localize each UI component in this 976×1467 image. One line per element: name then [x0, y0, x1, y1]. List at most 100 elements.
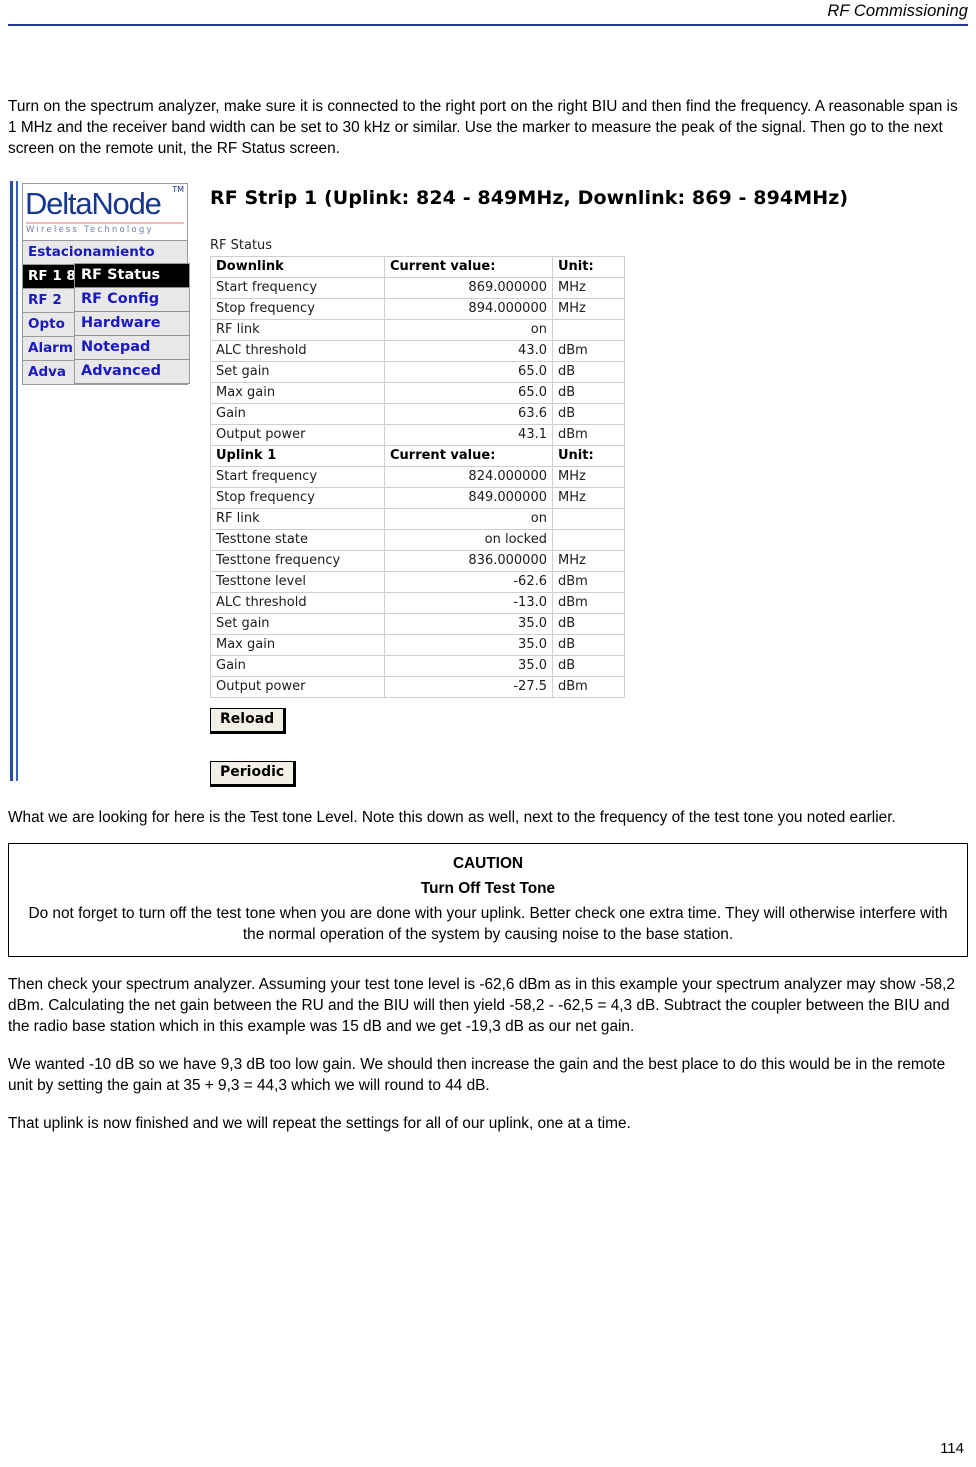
- row-unit: [552, 508, 625, 530]
- row-value: 35.0: [384, 613, 553, 635]
- row-label: ALC threshold: [210, 592, 385, 614]
- downlink-header-value: Current value:: [384, 256, 553, 278]
- reload-button-row: Reload: [210, 708, 800, 734]
- row-label: Start frequency: [210, 466, 385, 488]
- table-row: Testtone level -62.6 dBm: [210, 571, 625, 593]
- row-value: -27.5: [384, 676, 553, 698]
- row-label: Stop frequency: [210, 298, 385, 320]
- caution-title: CAUTION: [452, 855, 524, 872]
- paragraph-testtone: What we are looking for here is the Test…: [8, 809, 896, 826]
- row-value: 824.000000: [384, 466, 553, 488]
- table-row: Start frequency 824.000000 MHz: [210, 466, 625, 488]
- table-row: Start frequency 869.000000 MHz: [210, 277, 625, 299]
- app-main-pane: RF Strip 1 (Uplink: 824 - 849MHz, Downli…: [210, 187, 849, 787]
- row-unit: MHz: [552, 298, 625, 320]
- submenu-item-advanced[interactable]: Advanced: [75, 360, 189, 383]
- uplink-header-value: Current value:: [384, 445, 553, 467]
- deltanode-logo: DeltaNode TM Wireless Technology: [22, 183, 188, 241]
- row-label: Testtone state: [210, 529, 385, 551]
- app-sidebar: DeltaNode TM Wireless Technology Estacio…: [22, 183, 190, 385]
- row-value: 63.6: [384, 403, 553, 425]
- browser-edge-bar: [10, 181, 13, 781]
- caution-body: Do not forget to turn off the test tone …: [28, 905, 948, 943]
- paragraph-gain: We wanted -10 dB so we have 9,3 dB too l…: [8, 1056, 946, 1094]
- row-value: 894.000000: [384, 298, 553, 320]
- row-value: 35.0: [384, 634, 553, 656]
- table-row: RF link on: [210, 508, 625, 530]
- row-label: Stop frequency: [210, 487, 385, 509]
- uplink-header-unit: Unit:: [552, 445, 625, 467]
- caution-box: CAUTION Turn Off Test Tone Do not forget…: [8, 843, 968, 957]
- downlink-header-row: Downlink Current value: Unit:: [210, 256, 625, 278]
- row-label: Testtone level: [210, 571, 385, 593]
- row-value: 35.0: [384, 655, 553, 677]
- downlink-header-label: Downlink: [210, 256, 385, 278]
- row-value: on: [384, 508, 553, 530]
- periodic-button-row: Periodic: [210, 761, 800, 787]
- page-number: 114: [940, 1440, 964, 1457]
- table-row: Output power 43.1 dBm: [210, 424, 625, 446]
- row-label: RF link: [210, 508, 385, 530]
- row-unit: [552, 529, 625, 551]
- rf-status-caption: RF Status: [210, 238, 273, 253]
- embedded-screenshot: DeltaNode TM Wireless Technology Estacio…: [10, 181, 848, 787]
- row-unit: dB: [552, 655, 625, 677]
- row-value: 65.0: [384, 382, 553, 404]
- uplink-header-label: Uplink 1: [210, 445, 385, 467]
- row-unit: MHz: [552, 487, 625, 509]
- paragraph-finished: That uplink is now finished and we will …: [8, 1115, 631, 1132]
- uplink-header-row: Uplink 1 Current value: Unit:: [210, 445, 625, 467]
- row-label: Set gain: [210, 613, 385, 635]
- sidebar-item-estacionamiento[interactable]: Estacionamiento: [22, 241, 188, 265]
- submenu-item-hardware[interactable]: Hardware: [75, 312, 189, 336]
- row-value: -13.0: [384, 592, 553, 614]
- row-unit: dB: [552, 634, 625, 656]
- header-title: RF Commissioning: [827, 2, 968, 20]
- paragraph-analyzer: Then check your spectrum analyzer. Assum…: [8, 976, 955, 1035]
- table-row: Gain 35.0 dB: [210, 655, 625, 677]
- row-value: on: [384, 319, 553, 341]
- row-label: Max gain: [210, 634, 385, 656]
- row-unit: dB: [552, 382, 625, 404]
- row-unit: dBm: [552, 571, 625, 593]
- document-page: RF Commissioning Turn on the spectrum an…: [0, 0, 976, 1467]
- logo-underline: [26, 222, 184, 224]
- downlink-header-unit: Unit:: [552, 256, 625, 278]
- rf-status-table-body: Downlink Current value: Unit: Start freq…: [210, 256, 625, 698]
- row-value: 836.000000: [384, 550, 553, 572]
- submenu-item-rf-config[interactable]: RF Config: [75, 288, 189, 312]
- row-value: 849.000000: [384, 487, 553, 509]
- row-unit: MHz: [552, 277, 625, 299]
- row-value: 869.000000: [384, 277, 553, 299]
- row-unit: dBm: [552, 424, 625, 446]
- row-unit: dB: [552, 361, 625, 383]
- trademark-icon: TM: [172, 185, 184, 194]
- row-unit: dBm: [552, 676, 625, 698]
- row-label: Max gain: [210, 382, 385, 404]
- row-label: Gain: [210, 403, 385, 425]
- paragraph-intro: Turn on the spectrum analyzer, make sure…: [8, 98, 958, 157]
- table-row: Stop frequency 894.000000 MHz: [210, 298, 625, 320]
- sidebar-submenu: RF Status RF Config Hardware Notepad Adv…: [74, 263, 190, 384]
- row-label: Output power: [210, 676, 385, 698]
- table-row: Stop frequency 849.000000 MHz: [210, 487, 625, 509]
- row-value: on locked: [384, 529, 553, 551]
- rf-strip-title: RF Strip 1 (Uplink: 824 - 849MHz, Downli…: [210, 187, 849, 209]
- periodic-button[interactable]: Periodic: [210, 761, 297, 787]
- rf-status-table: Downlink Current value: Unit: Start freq…: [210, 256, 625, 698]
- row-unit: dBm: [552, 340, 625, 362]
- table-row: Max gain 65.0 dB: [210, 382, 625, 404]
- row-value: -62.6: [384, 571, 553, 593]
- reload-button[interactable]: Reload: [210, 708, 287, 734]
- row-label: Start frequency: [210, 277, 385, 299]
- submenu-item-notepad[interactable]: Notepad: [75, 336, 189, 360]
- submenu-item-rf-status[interactable]: RF Status: [75, 264, 189, 288]
- table-row: RF link on: [210, 319, 625, 341]
- table-row: Gain 63.6 dB: [210, 403, 625, 425]
- table-row: Testtone state on locked: [210, 529, 625, 551]
- row-label: RF link: [210, 319, 385, 341]
- row-unit: MHz: [552, 466, 625, 488]
- row-label: Gain: [210, 655, 385, 677]
- row-label: Testtone frequency: [210, 550, 385, 572]
- logo-wordmark: DeltaNode: [25, 186, 162, 221]
